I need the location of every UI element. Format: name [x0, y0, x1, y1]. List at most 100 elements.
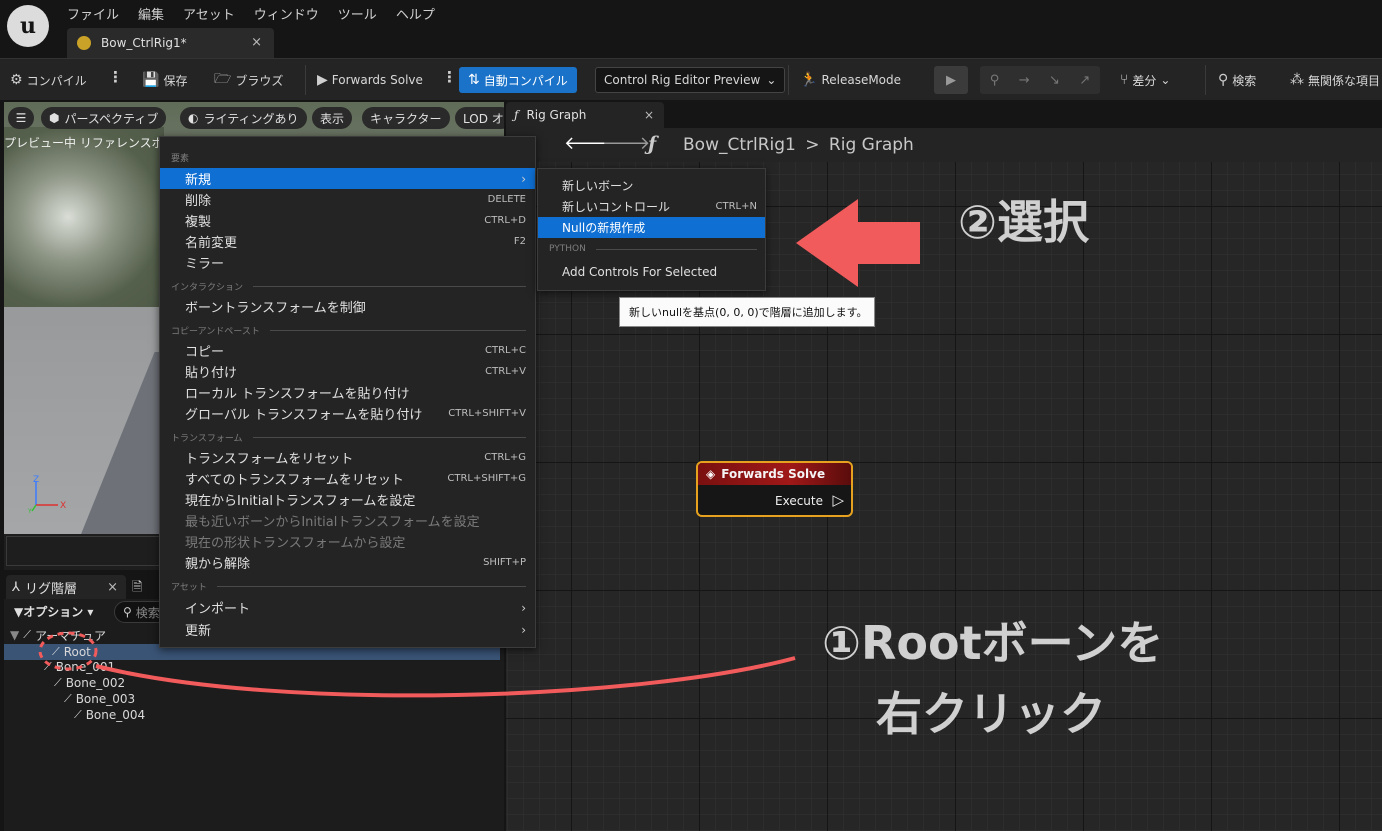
tree-item-bone[interactable]: ⟋ Bone_004	[74, 707, 145, 723]
simulate-button[interactable]: ▶	[934, 66, 968, 94]
menu-item-paste-local-transform[interactable]: ローカル トランスフォームを貼り付け	[160, 382, 535, 403]
toolbar: ⚙ コンパイル ⋮ 💾 保存 🗁 ブラウズ ▶ Forwards Solve ⋮…	[0, 58, 1382, 100]
breadcrumb: Bow_CtrlRig1 > Rig Graph	[683, 135, 914, 155]
bone-icon: ⟋	[23, 628, 31, 641]
search-button[interactable]: ⚲ 検索	[1218, 67, 1256, 93]
menu-item-control-bone-transform[interactable]: ボーントランスフォームを制御	[160, 296, 535, 317]
play-event-icon: ▶	[317, 72, 328, 88]
forwards-solve-node[interactable]: ◈ Forwards Solve Execute ▷	[696, 461, 853, 517]
perspective-button[interactable]: ⬢ パースペクティブ	[41, 107, 167, 129]
menu-edit[interactable]: 編集	[138, 4, 173, 23]
event-icon: ◈	[706, 467, 716, 481]
search-icon: ⚲	[1218, 72, 1229, 88]
tree-item-bone[interactable]: ⟋ Bone_002	[54, 675, 125, 691]
menu-tools[interactable]: ツール	[338, 4, 386, 23]
auto-compile-icon: ⇅	[468, 72, 480, 88]
breadcrumb-graph[interactable]: Rig Graph	[829, 135, 914, 155]
lighting-button[interactable]: ◐ ライティングあり	[180, 107, 307, 129]
menu-item-add-controls-for-selected[interactable]: Add Controls For Selected	[538, 261, 765, 282]
menu-item-paste-global-transform[interactable]: グローバル トランスフォームを貼り付け CTRL+SHIFT+V	[160, 403, 535, 424]
menu-item-mirror[interactable]: ミラー	[160, 252, 535, 273]
lod-label: LOD オ	[463, 111, 504, 126]
tree-item-label: Bone_004	[85, 708, 146, 722]
compile-button[interactable]: ⚙ コンパイル	[10, 67, 87, 93]
control-rig-asset-icon	[77, 36, 91, 50]
step-back-icon[interactable]: ↗	[1079, 73, 1090, 88]
save-button[interactable]: 💾 保存	[142, 67, 187, 93]
menu-file[interactable]: ファイル	[67, 4, 128, 23]
character-label: キャラクター	[370, 111, 442, 126]
menu-item-duplicate[interactable]: 複製 CTRL+D	[160, 210, 535, 231]
axis-x-label: X	[60, 501, 66, 511]
cube-icon: ⬢	[49, 111, 60, 125]
search-placeholder: 検索	[135, 605, 160, 620]
close-icon[interactable]: ×	[644, 108, 654, 122]
tree-item-armature[interactable]: ▼ ⟋ アーマチュア	[10, 627, 106, 643]
exec-pin-icon[interactable]: ▷	[832, 491, 844, 509]
menu-item-refresh[interactable]: 更新 ›	[160, 619, 535, 640]
menu-item-copy[interactable]: コピー CTRL+C	[160, 340, 535, 361]
tab-rig-graph[interactable]: ƒ Rig Graph ×	[506, 102, 664, 128]
hide-unrelated-button[interactable]: ⁂ 無関係な項目	[1290, 67, 1380, 93]
menu-item-new[interactable]: 新規 ›	[160, 168, 535, 189]
menu-item-new-null[interactable]: Nullの新規作成	[538, 217, 765, 238]
step-over-icon[interactable]: ⚲	[990, 73, 1000, 88]
function-icon: ƒ	[514, 108, 519, 122]
menu-asset[interactable]: アセット	[183, 4, 244, 23]
annotation-right-click-line1: ①Rootボーンを	[822, 616, 1164, 670]
tab-rig-hierarchy[interactable]: ⅄ リグ階層 ×	[6, 575, 126, 599]
tree-item-bone[interactable]: ⟋ Bone_001	[44, 659, 115, 675]
axis-y-label: Y	[28, 508, 32, 515]
menu-item-import[interactable]: インポート ›	[160, 597, 535, 618]
debug-step-controls[interactable]: ⚲ → ↘ ↗	[980, 66, 1100, 94]
document-tab[interactable]: Bow_CtrlRig1* ×	[67, 28, 274, 58]
forwards-solve-button[interactable]: ▶ Forwards Solve	[317, 67, 423, 93]
close-icon[interactable]: ×	[107, 580, 118, 595]
tree-item-label: Root	[63, 645, 91, 659]
compile-options-icon[interactable]: ⋮	[108, 68, 123, 86]
document-tab-label: Bow_CtrlRig1*	[101, 36, 187, 50]
options-dropdown[interactable]: ▼オプション ▾	[14, 603, 93, 620]
menu-item-unparent[interactable]: 親から解除 SHIFT+P	[160, 552, 535, 573]
toolbar-divider	[305, 65, 306, 95]
close-icon[interactable]: ×	[251, 35, 262, 50]
menu-item-rename[interactable]: 名前変更 F2	[160, 231, 535, 252]
show-button[interactable]: 表示	[312, 107, 353, 129]
release-mode-button[interactable]: 🏃 ReleaseMode	[800, 67, 901, 93]
character-button[interactable]: キャラクター	[362, 107, 450, 129]
tab-details[interactable]: 🗎	[132, 578, 142, 600]
node-header: ◈ Forwards Solve	[698, 463, 851, 485]
menu-item-new-bone[interactable]: 新しいボーン	[538, 175, 765, 196]
menu-item-set-initial-from-current[interactable]: 現在からInitialトランスフォームを設定	[160, 489, 535, 510]
menu-item-delete[interactable]: 削除 DELETE	[160, 189, 535, 210]
menu-help[interactable]: ヘルプ	[396, 4, 444, 23]
diff-label: 差分	[1132, 73, 1157, 88]
lod-button[interactable]: LOD オ	[455, 107, 504, 129]
menu-item-reset-transform[interactable]: トランスフォームをリセット CTRL+G	[160, 447, 535, 468]
viewport-timeline[interactable]	[6, 536, 166, 566]
bone-icon: ⟋	[52, 645, 60, 658]
viewport-menu-button[interactable]: ☰	[8, 107, 34, 129]
forwards-solve-options-icon[interactable]: ⋮	[442, 68, 457, 86]
tree-item-label: Bone_003	[75, 692, 136, 706]
save-icon: 💾	[142, 72, 160, 88]
step-out-icon[interactable]: ↘	[1049, 73, 1060, 88]
menu-item-set-from-shape-transform: 現在の形状トランスフォームから設定	[185, 536, 406, 551]
hamburger-icon: ☰	[15, 111, 27, 125]
browse-button[interactable]: 🗁 ブラウズ	[214, 67, 283, 93]
diff-button[interactable]: ⑂ 差分 ⌄	[1120, 67, 1170, 93]
menu-item-new-control[interactable]: 新しいコントロール CTRL+N	[538, 196, 765, 217]
menu-item-reset-all-transforms[interactable]: すべてのトランスフォームをリセット CTRL+SHIFT+G	[160, 468, 535, 489]
chevron-right-icon: ›	[521, 171, 526, 186]
menu-item-paste[interactable]: 貼り付け CTRL+V	[160, 361, 535, 382]
running-man-icon: 🏃	[800, 72, 818, 88]
tree-item-bone[interactable]: ⟋ Bone_003	[64, 691, 135, 707]
unreal-logo-icon[interactable]: u	[7, 5, 49, 47]
step-into-icon[interactable]: →	[1019, 73, 1030, 88]
auto-compile-button[interactable]: ⇅ 自動コンパイル	[459, 67, 577, 93]
forward-arrow-icon[interactable]: 🡒	[602, 133, 650, 154]
breadcrumb-asset[interactable]: Bow_CtrlRig1	[683, 135, 796, 155]
menu-window[interactable]: ウィンドウ	[254, 4, 328, 23]
preview-mode-dropdown[interactable]: Control Rig Editor Preview ⌄	[595, 67, 786, 93]
rig-graph-tab-label: Rig Graph	[526, 108, 587, 122]
